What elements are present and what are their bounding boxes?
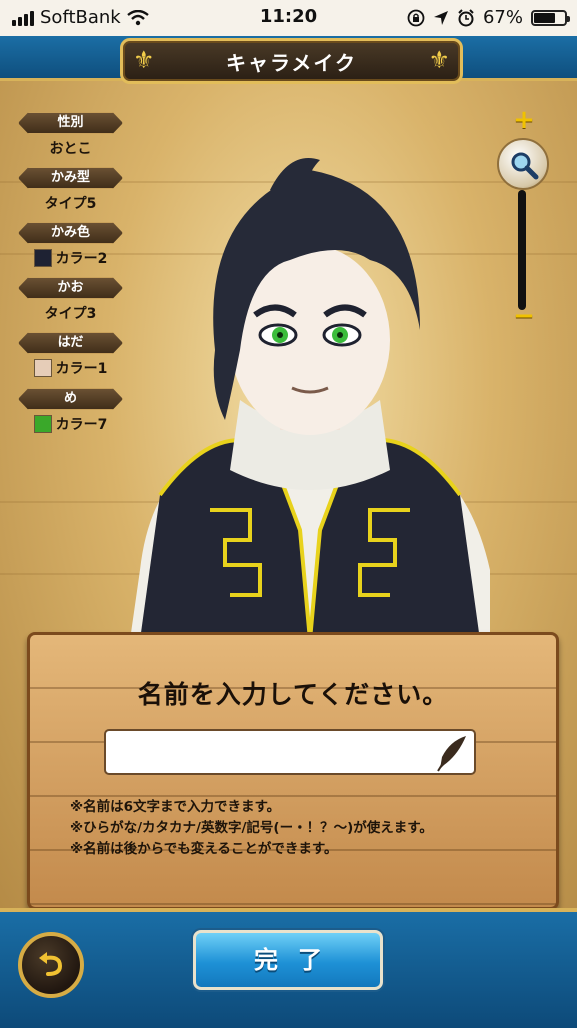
zoom-handle[interactable] (497, 138, 549, 190)
attr-value: おとこ (49, 141, 92, 157)
attr-hair-color[interactable]: かみ色 カラー2 (18, 222, 123, 268)
color-swatch (33, 415, 52, 433)
attr-gender[interactable]: 性別 おとこ (18, 112, 123, 158)
attr-value: タイプ3 (44, 306, 97, 322)
attr-value: カラー2 (18, 248, 123, 268)
attr-label: かみ色 (18, 222, 123, 244)
name-input[interactable] (104, 729, 476, 775)
note-line: ※名前は6文字まで入力できます。 (70, 799, 281, 815)
done-button[interactable]: 完了 (193, 930, 383, 990)
zoom-minus-icon[interactable]: − (513, 303, 535, 329)
attr-label: 性別 (18, 112, 123, 134)
attr-label: め (18, 388, 123, 410)
battery-percent: 67% (482, 7, 523, 28)
attr-value: タイプ5 (44, 196, 97, 212)
location-icon (433, 10, 448, 25)
title-plate: ⚜ キャラメイク ⚜ (120, 38, 463, 84)
attr-label: かお (18, 277, 123, 299)
zoom-plus-icon[interactable]: + (513, 107, 535, 133)
attr-label: はだ (18, 332, 123, 354)
fleur-icon-right: ⚜ (428, 46, 450, 74)
back-button[interactable] (18, 932, 84, 998)
note-line: ※ひらがな/カタカナ/英数字/記号(ー・！？〜)が使えます。 (70, 820, 433, 836)
dialog-title: 名前を入力してください。 (137, 680, 449, 709)
battery-icon (531, 9, 570, 26)
attr-label: かみ型 (18, 167, 123, 189)
status-bar: SoftBank 11:20 67% (0, 0, 577, 36)
attr-face[interactable]: かお タイプ3 (18, 277, 123, 323)
attr-eyes[interactable]: め カラー7 (18, 388, 123, 434)
color-swatch (33, 249, 52, 267)
back-arrow-icon (39, 952, 63, 976)
zoom-track[interactable] (518, 190, 526, 310)
character-preview (130, 158, 490, 640)
attr-value: カラー7 (18, 414, 123, 434)
magnifier-icon (511, 152, 539, 180)
attr-hairstyle[interactable]: かみ型 タイプ5 (18, 167, 123, 213)
color-swatch (33, 359, 52, 377)
status-right: 67% (407, 7, 570, 28)
attr-value: カラー1 (18, 358, 123, 378)
rotation-lock-icon (407, 9, 425, 26)
page-title: キャラメイク (226, 51, 357, 75)
note-line: ※名前は後からでも変えることができます。 (70, 841, 338, 857)
alarm-icon (458, 8, 474, 26)
quill-icon (437, 736, 466, 772)
name-dialog: 名前を入力してください。 ※名前は6文字まで入力できます。 ※ひらがな/カタカナ… (27, 632, 559, 910)
attr-skin[interactable]: はだ カラー1 (18, 332, 123, 378)
